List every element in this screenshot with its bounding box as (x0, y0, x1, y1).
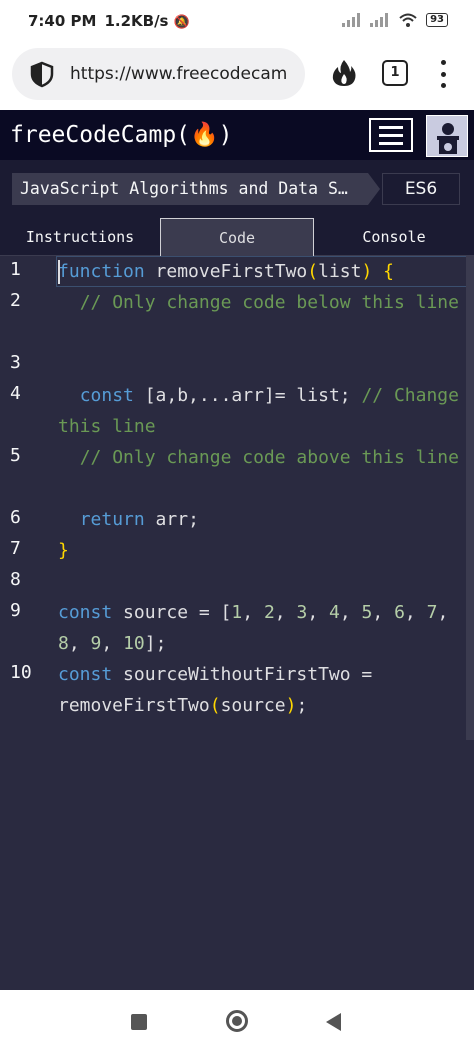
network-speed: 1.2KB/s (104, 12, 169, 30)
breadcrumb-arrow (368, 173, 380, 205)
address-bar[interactable]: https://www.freecodecamp.org (12, 48, 305, 100)
line-number: 9 (10, 600, 21, 621)
line-number: 8 (10, 569, 21, 590)
code-editor[interactable]: 1 function removeFirstTwo(list) { 2 // O… (0, 256, 474, 990)
code-text[interactable]: } (58, 535, 460, 566)
tab-instructions[interactable]: Instructions (0, 218, 160, 256)
line-number: 1 (10, 259, 21, 280)
code-text[interactable]: return arr; (58, 504, 460, 535)
avatar[interactable] (426, 115, 468, 157)
fcc-navbar: freeCodeCamp(🔥) (0, 110, 474, 160)
tab-code[interactable]: Code (160, 218, 314, 256)
back-icon[interactable] (326, 1013, 341, 1031)
android-nav-bar (0, 990, 474, 1053)
line-number: 3 (10, 352, 21, 373)
line-number: 10 (10, 662, 32, 683)
battery-icon: 93 (426, 13, 448, 27)
browser-toolbar: https://www.freecodecamp.org 1 (0, 44, 474, 110)
status-time: 7:40 PM (28, 12, 97, 30)
avatar-image (427, 116, 467, 156)
home-icon[interactable] (226, 1010, 248, 1032)
code-text[interactable]: const source = [1, 2, 3, 4, 5, 6, 7, 8, … (58, 597, 460, 659)
mute-icon: 🔕 (173, 15, 190, 30)
url-text[interactable]: https://www.freecodecamp.org (70, 64, 288, 84)
code-text[interactable]: // Only change code below this line (58, 287, 460, 318)
shield-icon[interactable] (28, 60, 56, 88)
editor-scrollbar[interactable] (466, 256, 474, 740)
line-number: 7 (10, 538, 21, 559)
breadcrumb: JavaScript Algorithms and Data S… ES6 (0, 160, 474, 218)
breadcrumb-subsection[interactable]: ES6 (382, 173, 460, 205)
code-text[interactable]: const sourceWithoutFirstTwo = removeFirs… (58, 659, 460, 721)
code-text[interactable]: const [a,b,...arr]= list; // Change this… (58, 380, 460, 442)
tab-console[interactable]: Console (314, 218, 474, 256)
status-bar: 7:40 PM 1.2KB/s 🔕 93 (0, 0, 474, 44)
menu-button[interactable] (369, 118, 413, 152)
signal-icon (342, 13, 361, 27)
line-number: 4 (10, 383, 21, 404)
status-right: 93 (342, 12, 448, 28)
tab-switcher-button[interactable]: 1 (382, 60, 408, 86)
wifi-icon (399, 13, 417, 27)
line-number: 2 (10, 290, 21, 311)
editor-tabs: Instructions Code Console (0, 218, 474, 256)
recent-apps-icon[interactable] (131, 1014, 147, 1030)
signal-icon-2 (370, 13, 389, 27)
flame-icon[interactable] (330, 58, 358, 88)
fcc-logo[interactable]: freeCodeCamp(🔥) (10, 121, 233, 148)
breadcrumb-section[interactable]: JavaScript Algorithms and Data S… (12, 173, 368, 205)
line-number: 5 (10, 445, 21, 466)
overflow-menu-icon[interactable] (438, 60, 448, 88)
line-number: 6 (10, 507, 21, 528)
code-text[interactable]: function removeFirstTwo(list) { (58, 256, 460, 287)
status-left: 7:40 PM 1.2KB/s 🔕 (28, 12, 190, 30)
code-text[interactable]: // Only change code above this line (58, 442, 460, 473)
text-cursor (58, 260, 60, 284)
